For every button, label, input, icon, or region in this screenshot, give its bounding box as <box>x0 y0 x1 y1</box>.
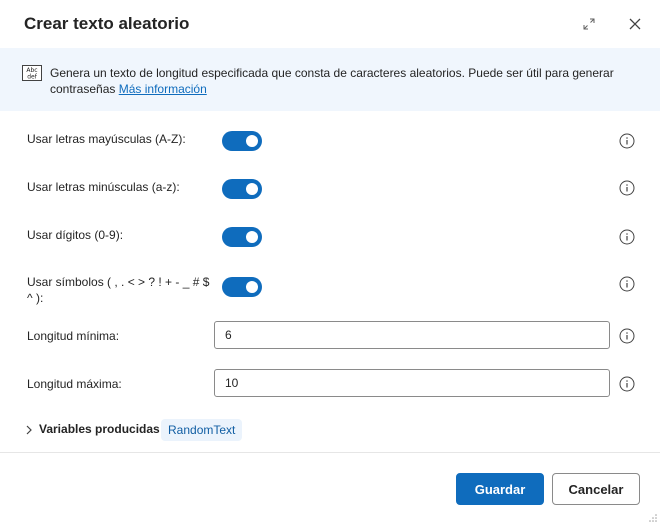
expand-button[interactable] <box>577 12 601 36</box>
min-length-label: Longitud mínima: <box>27 329 120 343</box>
symbols-toggle[interactable] <box>222 277 262 297</box>
variable-chip-randomtext[interactable]: RandomText <box>161 419 243 441</box>
close-icon <box>629 18 641 30</box>
dialog-header: Crear texto aleatorio <box>0 0 660 48</box>
info-icon[interactable] <box>619 376 635 392</box>
footer-divider <box>0 452 660 453</box>
text-abc-def-icon: Abc def <box>22 65 42 81</box>
info-icon[interactable] <box>619 180 635 196</box>
digits-toggle[interactable] <box>222 227 262 247</box>
uppercase-toggle[interactable] <box>222 131 262 151</box>
resize-grip-icon[interactable] <box>648 513 658 523</box>
cancel-button[interactable]: Cancelar <box>552 473 640 505</box>
chevron-right-icon[interactable] <box>24 424 34 436</box>
info-banner: Abc def Genera un texto de longitud espe… <box>0 48 660 111</box>
produced-variables-label: Variables producidas <box>39 422 160 436</box>
info-icon[interactable] <box>619 276 635 292</box>
expand-icon <box>583 18 595 30</box>
lowercase-toggle[interactable] <box>222 179 262 199</box>
toggle-knob <box>246 183 258 195</box>
info-icon[interactable] <box>619 133 635 149</box>
digits-label: Usar dígitos (0-9): <box>27 228 124 242</box>
min-length-input[interactable] <box>214 321 610 349</box>
svg-text:def: def <box>27 74 38 81</box>
uppercase-label: Usar letras mayúsculas (A-Z): <box>27 132 186 146</box>
max-length-input[interactable] <box>214 369 610 397</box>
toggle-knob <box>246 281 258 293</box>
close-button[interactable] <box>623 12 647 36</box>
save-button[interactable]: Guardar <box>456 473 544 505</box>
info-icon[interactable] <box>619 229 635 245</box>
toggle-knob <box>246 231 258 243</box>
lowercase-label: Usar letras minúsculas (a-z): <box>27 180 180 194</box>
more-info-link[interactable]: Más información <box>119 82 207 96</box>
create-random-text-dialog: Crear texto aleatorio Abc def Genera un … <box>0 0 660 525</box>
max-length-label: Longitud máxima: <box>27 377 122 391</box>
toggle-knob <box>246 135 258 147</box>
info-icon[interactable] <box>619 328 635 344</box>
dialog-title: Crear texto aleatorio <box>24 14 190 33</box>
banner-description: Genera un texto de longitud especificada… <box>50 65 640 97</box>
symbols-label: Usar símbolos ( , . < > ? ! + - _ # $ ^ … <box>27 275 210 305</box>
